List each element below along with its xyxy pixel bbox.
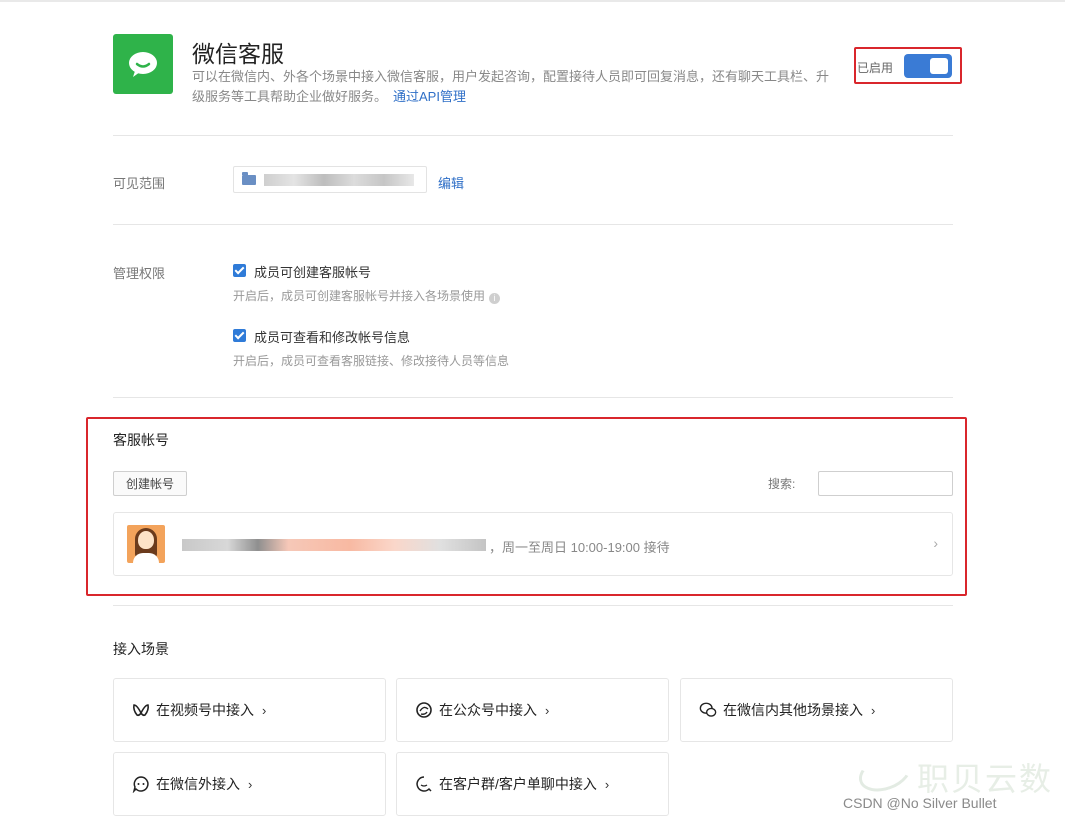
avatar-face — [138, 531, 154, 549]
toggle-knob — [930, 58, 948, 74]
visibility-scope-chip — [233, 166, 427, 193]
divider — [113, 605, 953, 606]
account-row[interactable]: ，周一至周日 10:00-19:00 接待 › — [113, 512, 953, 576]
folder-icon — [242, 171, 256, 185]
create-account-checkbox[interactable] — [233, 264, 246, 277]
account-hours: ，周一至周日 10:00-19:00 接待 — [489, 540, 670, 555]
divider — [113, 397, 953, 398]
create-account-label: 成员可创建客服帐号 — [254, 265, 372, 280]
scene-wechat-other-card[interactable]: 在微信内其他场景接入 › — [680, 678, 953, 742]
scene-channels-label: 在视频号中接入 — [156, 702, 254, 718]
scene-customer-chat-card[interactable]: 在客户群/客户单聊中接入 › — [396, 752, 669, 816]
top-divider — [0, 0, 1065, 2]
chevron-right-icon[interactable]: › — [933, 535, 938, 551]
chat-bubble-icon — [132, 775, 150, 793]
create-account-button[interactable]: 创建帐号 — [113, 471, 187, 496]
visibility-label: 可见范围 — [113, 176, 166, 191]
chevron-right-icon: › — [604, 776, 610, 792]
toggle-status-label: 已启用 — [857, 61, 894, 75]
accounts-title: 客服帐号 — [113, 432, 169, 448]
wechat-icon — [699, 701, 717, 719]
description-text: 可以在微信内、外各个场景中接入微信客服，用户发起咨询，配置接待人员即可回复消息，… — [192, 69, 830, 104]
create-account-hint-text: 开启后，成员可创建客服帐号并接入各场景使用 — [233, 289, 486, 303]
edit-visibility-link[interactable]: 编辑 — [438, 173, 464, 192]
scene-outside-wechat-label: 在微信外接入 — [156, 776, 240, 792]
chevron-right-icon: › — [248, 776, 253, 792]
chevron-right-icon: › — [262, 702, 267, 718]
scene-official-account-label: 在公众号中接入 — [439, 702, 537, 718]
official-account-icon — [415, 701, 433, 719]
api-manage-link[interactable]: 通过API管理 — [393, 89, 466, 104]
watermark-brand: 职贝云数 — [917, 761, 1054, 797]
scene-channels-card[interactable]: 在视频号中接入 › — [113, 678, 386, 742]
enable-toggle[interactable] — [904, 54, 952, 78]
avatar-body — [133, 553, 159, 563]
customer-chat-icon — [415, 775, 433, 793]
scene-official-account-card[interactable]: 在公众号中接入 › — [396, 678, 669, 742]
info-icon[interactable]: i — [489, 293, 501, 304]
page-description: 可以在微信内、外各个场景中接入微信客服，用户发起咨询，配置接待人员即可回复消息，… — [192, 67, 832, 107]
scene-outside-wechat-card[interactable]: 在微信外接入 › — [113, 752, 386, 816]
channels-icon — [132, 701, 150, 719]
search-input[interactable] — [818, 471, 953, 496]
avatar — [127, 525, 165, 563]
chevron-right-icon: › — [545, 702, 550, 718]
edit-account-hint: 开启后，成员可查看客服链接、修改接待人员等信息 — [233, 354, 510, 368]
permissions-label: 管理权限 — [113, 266, 166, 281]
redacted-scope — [264, 173, 414, 186]
divider — [113, 135, 953, 136]
page-title: 微信客服 — [192, 41, 284, 67]
edit-account-checkbox[interactable] — [233, 329, 246, 342]
edit-account-label: 成员可查看和修改帐号信息 — [254, 330, 411, 345]
scenes-title: 接入场景 — [113, 641, 169, 657]
watermark-logo — [853, 747, 917, 799]
chevron-right-icon: › — [871, 702, 876, 718]
divider — [113, 224, 953, 225]
create-account-hint: 开启后，成员可创建客服帐号并接入各场景使用 i — [233, 287, 501, 304]
redacted-account-name — [182, 539, 486, 551]
search-label: 搜索: — [768, 477, 796, 491]
scene-wechat-other-label: 在微信内其他场景接入 — [723, 702, 863, 718]
wechat-chat-icon — [113, 34, 173, 94]
scene-customer-chat-label: 在客户群/客户单聊中接入 — [439, 776, 597, 792]
watermark-credit: CSDN @No Silver Bullet — [843, 795, 997, 811]
